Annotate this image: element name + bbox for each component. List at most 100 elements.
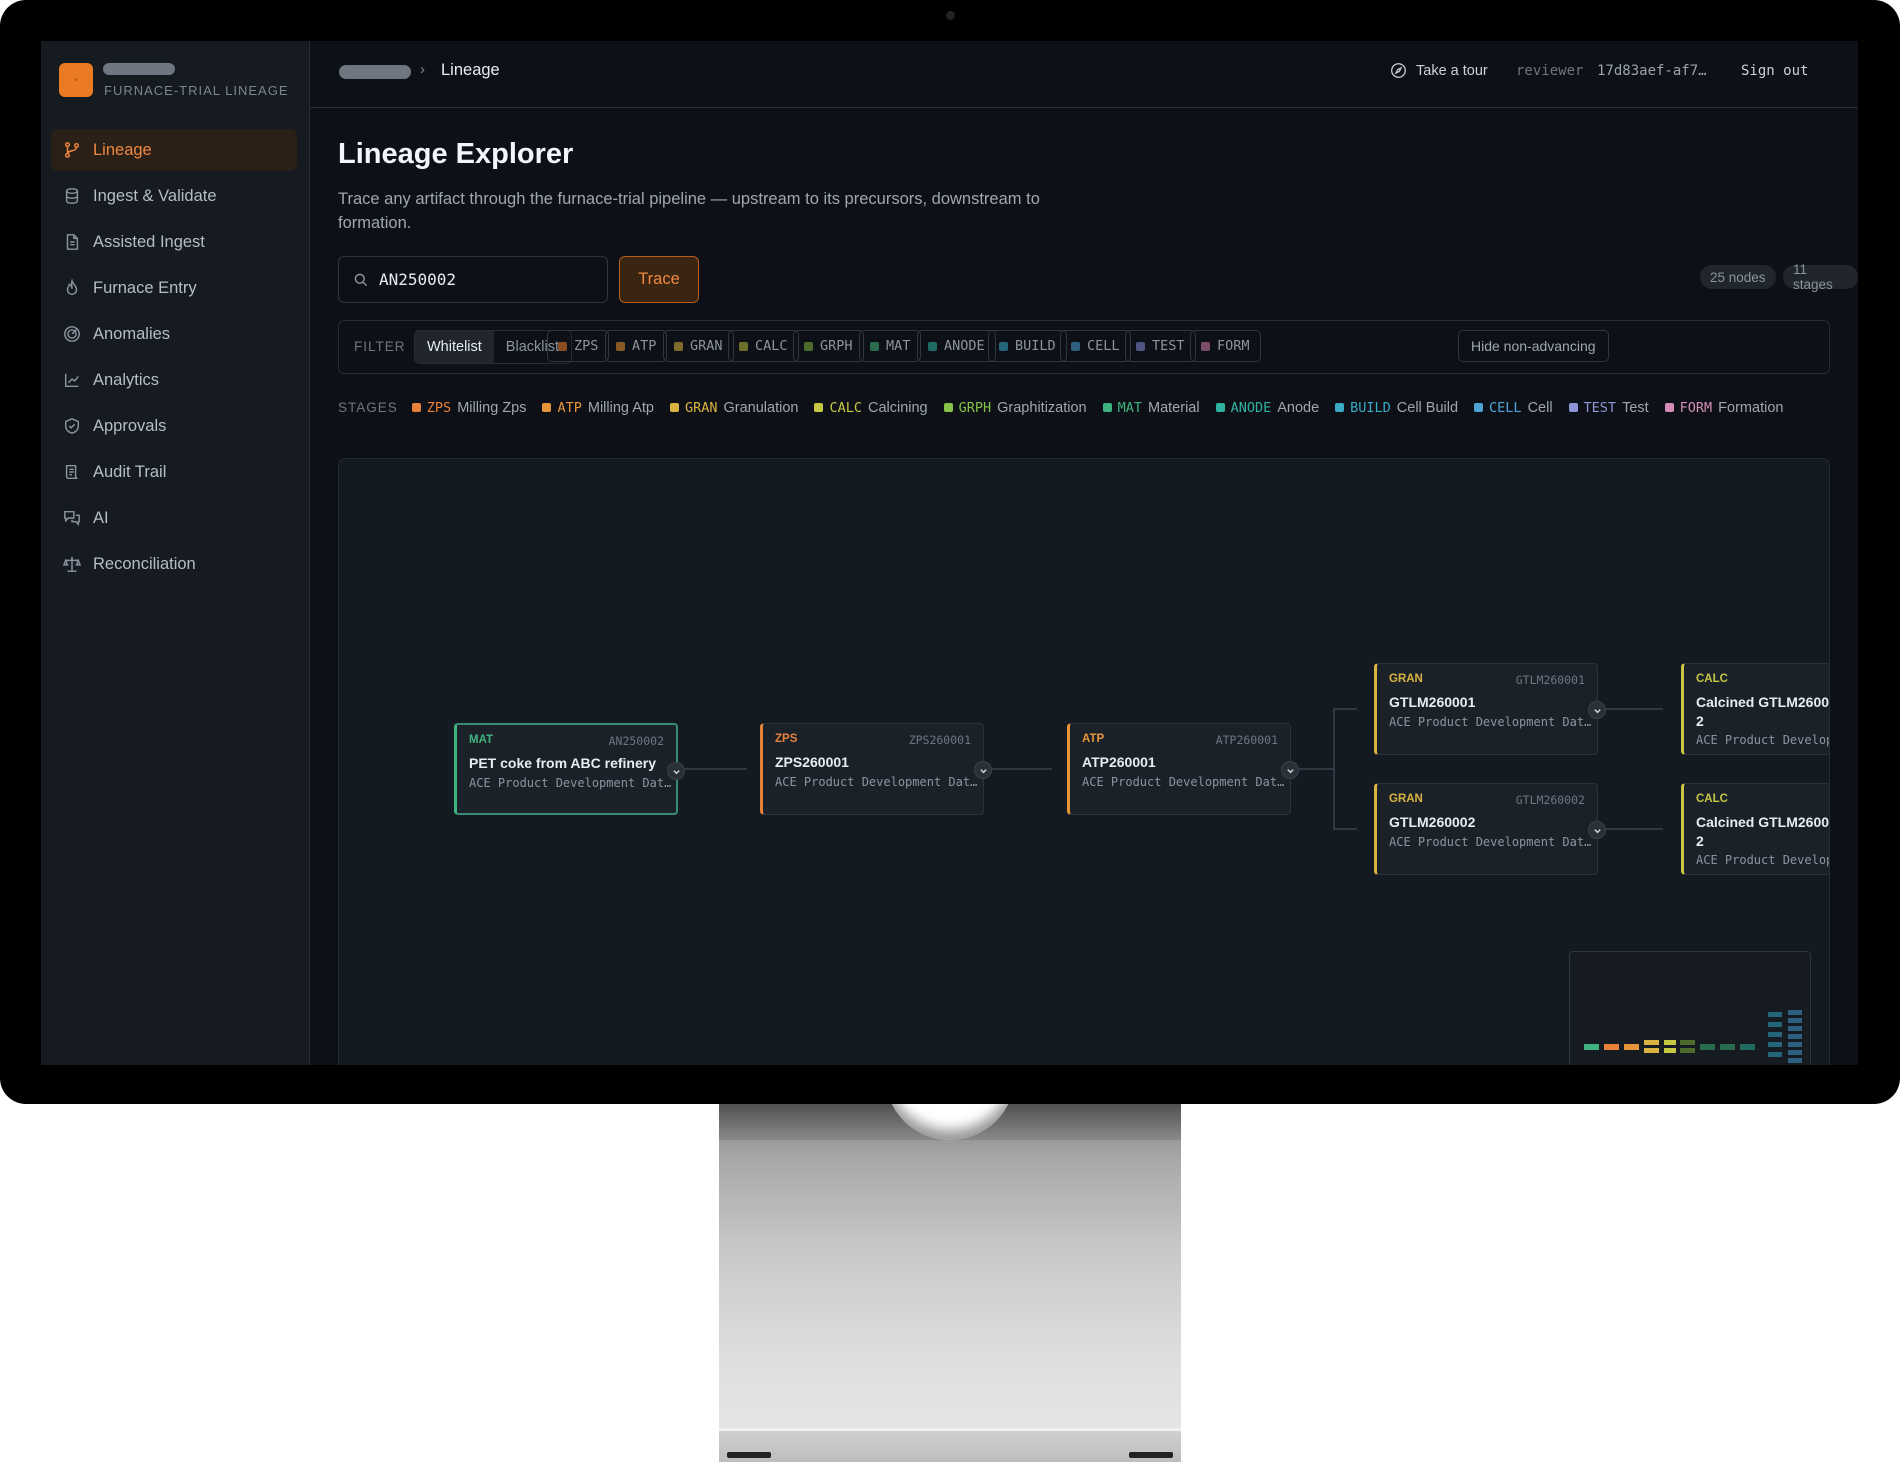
lineage-node[interactable]: GRAN GTLM260002 GTLM260002 ACE Product D… (1374, 783, 1606, 875)
trace-button[interactable]: Trace (619, 256, 699, 303)
sidebar-item-approvals[interactable]: Approvals (51, 405, 297, 447)
stage-chip-cell[interactable]: CELL (1060, 330, 1131, 362)
hide-non-advancing-toggle[interactable]: Hide non-advancing (1458, 330, 1609, 362)
sidebar-item-label: Furnace Entry (93, 278, 197, 297)
stage-chip-atp[interactable]: ATP (605, 330, 668, 362)
legend-swatch (1335, 403, 1345, 412)
filter-mode-whitelist[interactable]: Whitelist (415, 331, 494, 363)
graph-minimap[interactable] (1569, 951, 1811, 1065)
chat-icon (64, 510, 80, 527)
sidebar-nav: Lineage Ingest & Validate Assisted Inges… (51, 129, 297, 589)
chart-icon (64, 373, 79, 388)
node-subtitle: ACE Product Development Data… (1696, 733, 1829, 747)
legend-item-test: TEST Test (1568, 395, 1649, 421)
legend-swatch (814, 403, 824, 412)
sign-out-button[interactable]: Sign out (1741, 63, 1808, 79)
chevron-down-icon (1593, 828, 1601, 833)
stage-color-swatch (1136, 341, 1145, 351)
sidebar: • FURNACE-TRIAL LINEAGE Lineage Ingest &… (41, 41, 310, 1065)
legend-code: CALC (829, 400, 862, 416)
sidebar-item-label: Audit Trail (93, 462, 167, 481)
lineage-node[interactable]: CALC G Calcined GTLM260001 furnace 2 ACE… (1681, 663, 1830, 755)
sidebar-item-label: Approvals (93, 416, 167, 435)
sidebar-item-ingest-validate[interactable]: Ingest & Validate (51, 175, 297, 217)
take-tour-button[interactable]: Take a tour (1390, 62, 1488, 79)
database-icon (65, 188, 79, 204)
artifact-search-input[interactable] (377, 269, 581, 290)
monitor-foot (1129, 1452, 1173, 1458)
legend-code: GRAN (684, 400, 718, 416)
artifact-search (338, 256, 608, 303)
breadcrumb-current: Lineage (441, 61, 500, 79)
node-id: ATP260001 (1215, 733, 1278, 747)
lineage-node[interactable]: GRAN GTLM260001 GTLM260001 ACE Product D… (1374, 663, 1606, 755)
legend-name: Test (1622, 400, 1649, 416)
legend-code: ANODE (1230, 400, 1272, 416)
lineage-node[interactable]: ATP ATP260001 ATP260001 ACE Product Deve… (1067, 723, 1299, 815)
stage-chip-mat[interactable]: MAT (859, 330, 922, 362)
node-subtitle: ACE Product Development Data… (1389, 835, 1594, 849)
legend-name: Formation (1718, 400, 1784, 416)
expand-node-button[interactable] (1588, 821, 1606, 839)
sidebar-item-furnace-entry[interactable]: Furnace Entry (51, 267, 297, 309)
node-title: Calcined GTLM260002 furnace 2 (1696, 814, 1830, 849)
stage-chip-gran[interactable]: GRAN (663, 330, 734, 362)
lineage-graph-canvas[interactable]: MAT AN250002 PET coke from ABC refinery … (338, 458, 1830, 1065)
legend-code: ATP (557, 400, 582, 416)
lineage-node[interactable]: ZPS ZPS260001 ZPS260001 ACE Product Deve… (760, 723, 992, 815)
stage-count-badge: 11 stages (1783, 262, 1858, 292)
shield-check-icon (64, 418, 80, 434)
stage-chip-calc[interactable]: CALC (728, 330, 799, 362)
stage-chip-form[interactable]: FORM (1190, 330, 1261, 362)
branch-icon (64, 142, 80, 158)
chevron-down-icon (979, 768, 987, 773)
stage-chip-label: ZPS (574, 338, 599, 354)
breadcrumb-root-redacted[interactable] (339, 65, 411, 79)
expand-node-button[interactable] (974, 761, 992, 779)
node-subtitle: ACE Product Development Data… (1082, 775, 1287, 789)
monitor-stand (719, 1100, 1181, 1440)
stage-chip-grph[interactable]: GRPH (793, 330, 864, 362)
lineage-node[interactable]: MAT AN250002 PET coke from ABC refinery … (454, 723, 685, 815)
sidebar-item-lineage[interactable]: Lineage (51, 129, 297, 171)
sidebar-item-assisted-ingest[interactable]: Assisted Ingest (51, 221, 297, 263)
node-stage: CALC (1696, 793, 1728, 805)
sidebar-item-ai[interactable]: AI (51, 497, 297, 539)
sidebar-item-audit-trail[interactable]: Audit Trail (51, 451, 297, 493)
node-title: ZPS260001 (775, 754, 849, 770)
brand-name-redacted (103, 63, 175, 75)
legend-item-anode: ANODE Anode (1215, 395, 1319, 421)
radar-icon (64, 326, 80, 342)
stage-chip-zps[interactable]: ZPS (547, 330, 610, 362)
stage-chip-test[interactable]: TEST (1125, 330, 1196, 362)
sidebar-item-anomalies[interactable]: Anomalies (51, 313, 297, 355)
legend-name: Milling Zps (457, 400, 527, 416)
camera-icon (946, 11, 955, 20)
scroll-icon (65, 464, 78, 480)
expand-node-button[interactable] (667, 762, 685, 780)
legend-item-calc: CALC Calcining (814, 395, 928, 421)
node-subtitle: ACE Product Development Data… (469, 776, 674, 790)
lineage-node[interactable]: CALC G Calcined GTLM260002 furnace 2 ACE… (1681, 783, 1830, 875)
stage-chip-anode[interactable]: ANODE (917, 330, 996, 362)
sidebar-item-reconciliation[interactable]: Reconciliation (51, 543, 297, 585)
filter-bar: FILTER Whitelist Blacklist ZPS ATP GRAN CAL… (338, 320, 1830, 374)
chevron-down-icon (1593, 708, 1601, 713)
expand-node-button[interactable] (1588, 701, 1606, 719)
legend-swatch (542, 403, 552, 412)
edge (1333, 769, 1357, 830)
node-subtitle: ACE Product Development Data… (1389, 715, 1594, 729)
node-stage: GRAN (1389, 793, 1423, 805)
sidebar-item-analytics[interactable]: Analytics (51, 359, 297, 401)
stage-chip-build[interactable]: BUILD (988, 330, 1067, 362)
user-role: reviewer (1516, 63, 1584, 79)
node-subtitle: ACE Product Development Data… (1696, 853, 1829, 867)
node-stage: ZPS (775, 733, 798, 745)
node-id: AN250002 (608, 734, 664, 748)
legend-item-gran: GRAN Granulation (669, 395, 798, 421)
node-title: Calcined GTLM260001 furnace 2 (1696, 694, 1830, 729)
expand-node-button[interactable] (1281, 761, 1299, 779)
app-logo[interactable]: • (59, 63, 93, 97)
legend-name: Material (1148, 400, 1200, 416)
node-title: GTLM260001 (1389, 694, 1476, 710)
